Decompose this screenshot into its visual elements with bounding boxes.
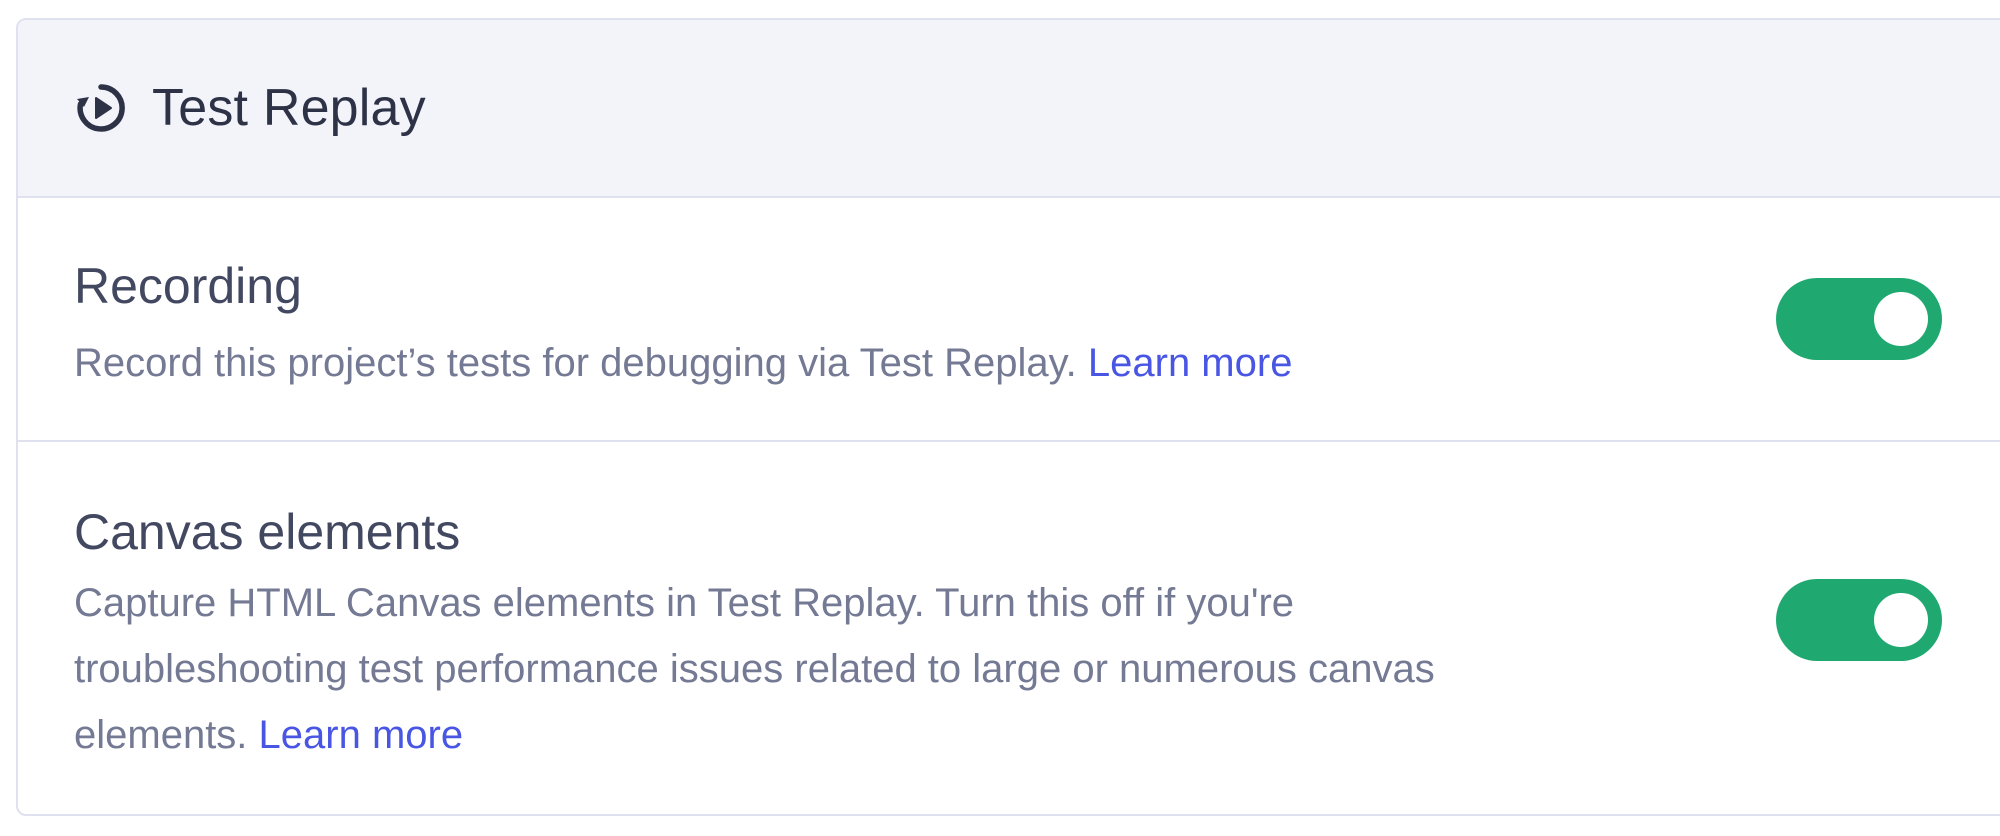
replay-icon	[74, 81, 128, 135]
learn-more-link[interactable]: Learn more	[259, 713, 464, 757]
setting-title: Recording	[74, 258, 302, 314]
panel-header: Test Replay	[18, 20, 2000, 198]
recording-toggle[interactable]	[1776, 278, 1942, 360]
learn-more-link[interactable]: Learn more	[1088, 341, 1293, 385]
panel-title: Test Replay	[152, 79, 426, 137]
toggle-knob	[1874, 292, 1928, 346]
setting-description-text: Record this project’s tests for debuggin…	[74, 341, 1077, 385]
setting-row-recording: Recording Record this project’s tests fo…	[18, 198, 2000, 442]
setting-description: Record this project’s tests for debuggin…	[74, 330, 1554, 396]
test-replay-panel: Test Replay Recording Record this projec…	[16, 18, 2000, 816]
setting-row-canvas-elements: Canvas elements Capture HTML Canvas elem…	[18, 442, 2000, 814]
canvas-elements-toggle[interactable]	[1776, 579, 1942, 661]
toggle-knob	[1874, 593, 1928, 647]
setting-description: Capture HTML Canvas elements in Test Rep…	[74, 570, 1554, 768]
setting-title: Canvas elements	[74, 504, 461, 560]
